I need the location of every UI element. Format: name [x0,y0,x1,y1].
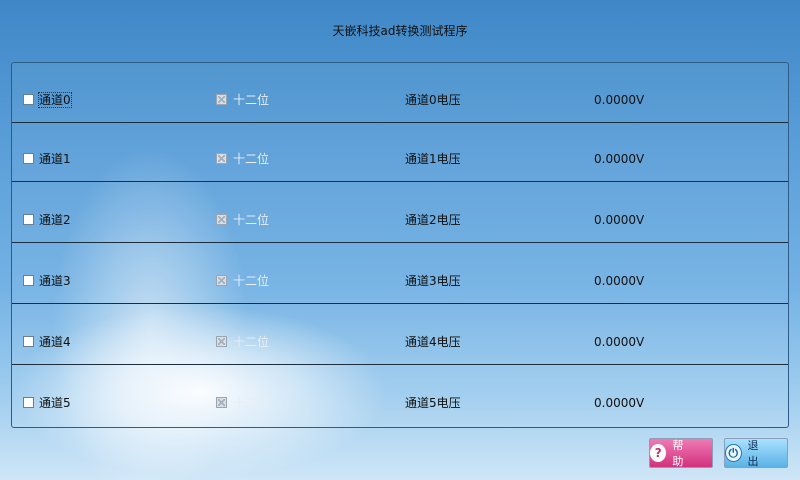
channel-0-checkbox[interactable] [23,94,34,105]
channel-1-bits-checkbox [216,153,227,164]
channel-0-bits-label: 十二位 [233,93,270,107]
channel-5-checkbox[interactable] [23,397,34,408]
channel-row-0: 通道0 十二位 通道0电压 0.0000V [12,63,788,123]
exit-button[interactable]: ⏻ 退 出 [724,438,788,468]
channel-row-2: 通道2 十二位 通道2电压 0.0000V [12,183,788,243]
channel-4-bits-checkbox [216,336,227,347]
channel-3-voltage-name: 通道3电压 [405,274,461,288]
help-button-label: 帮 助 [672,439,690,468]
channel-3-checkbox[interactable] [23,275,34,286]
channel-1-voltage-value: 0.0000V [594,152,645,166]
channel-1-bits-label: 十二位 [233,152,270,166]
channel-3-bits-checkbox [216,275,227,286]
channel-row-5: 通道5 十二位 通道5电压 0.0000V [12,366,788,425]
app-title: 天嵌科技ad转换测试程序 [332,24,468,38]
channel-2-label[interactable]: 通道2 [39,213,71,227]
channel-3-voltage-value: 0.0000V [594,274,645,288]
channel-2-voltage-name: 通道2电压 [405,213,461,227]
channel-5-voltage-value: 0.0000V [594,396,645,410]
help-button[interactable]: ? 帮 助 [649,438,713,468]
channel-5-label[interactable]: 通道5 [39,396,71,410]
channel-row-1: 通道1 十二位 通道1电压 0.0000V [12,122,788,182]
channel-1-checkbox[interactable] [23,153,34,164]
channel-5-bits-label: 十二位 [233,396,270,410]
channel-2-checkbox[interactable] [23,214,34,225]
channel-3-label[interactable]: 通道3 [39,274,71,288]
channel-5-voltage-name: 通道5电压 [405,396,461,410]
channel-4-label[interactable]: 通道4 [39,335,71,349]
question-icon: ? [650,444,667,462]
channel-row-3: 通道3 十二位 通道3电压 0.0000V [12,244,788,304]
channel-2-voltage-value: 0.0000V [594,213,645,227]
power-icon: ⏻ [725,444,742,462]
channel-2-bits-label: 十二位 [233,213,270,227]
channel-5-bits-checkbox [216,397,227,408]
channel-4-voltage-name: 通道4电压 [405,335,461,349]
channel-0-voltage-value: 0.0000V [594,93,645,107]
channel-1-voltage-name: 通道1电压 [405,152,461,166]
channel-4-checkbox[interactable] [23,336,34,347]
channel-panel: 通道0 十二位 通道0电压 0.0000V 通道1 十二位 通道1电压 0.00… [11,62,789,428]
channel-2-bits-checkbox [216,214,227,225]
channel-4-voltage-value: 0.0000V [594,335,645,349]
channel-1-label[interactable]: 通道1 [39,152,71,166]
channel-0-bits-checkbox [216,94,227,105]
channel-4-bits-label: 十二位 [233,335,270,349]
channel-0-voltage-name: 通道0电压 [405,93,461,107]
channel-3-bits-label: 十二位 [233,274,270,288]
exit-button-label: 退 出 [747,439,765,468]
channel-row-4: 通道4 十二位 通道4电压 0.0000V [12,305,788,365]
channel-0-label[interactable]: 通道0 [38,92,72,108]
